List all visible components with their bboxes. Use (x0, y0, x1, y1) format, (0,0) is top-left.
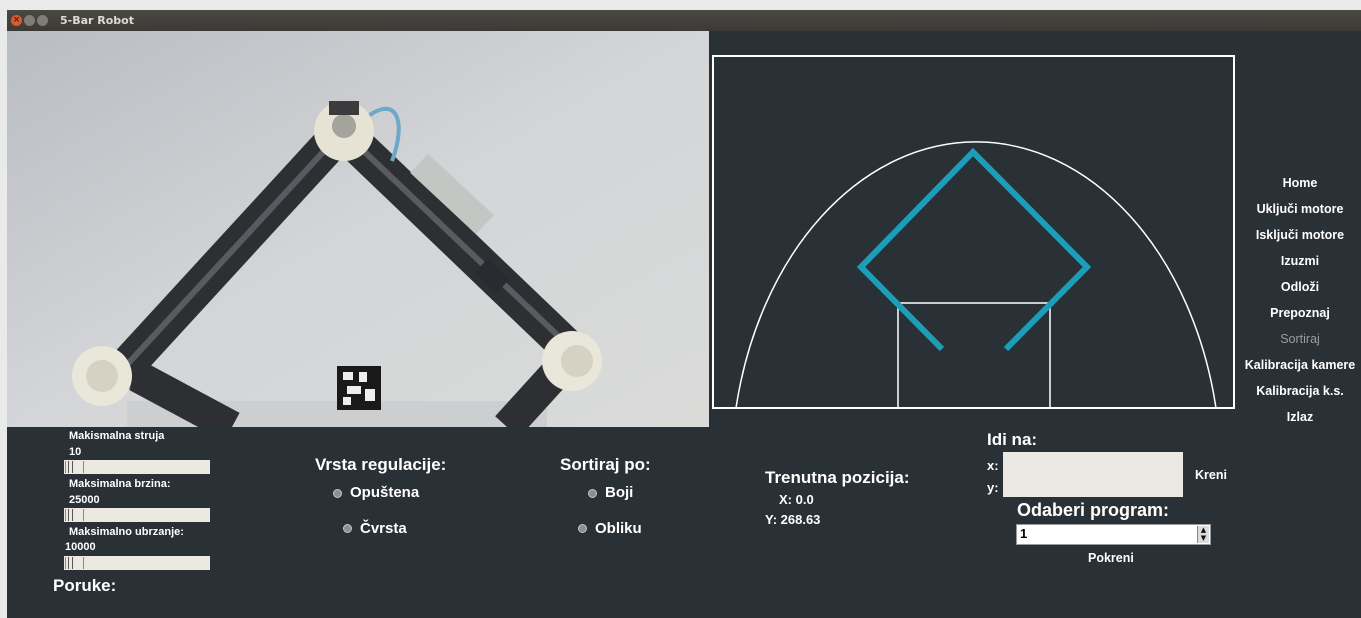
menu-motors-off[interactable]: Isključi motore (1239, 222, 1361, 248)
menu-sort[interactable]: Sortiraj (1239, 326, 1361, 352)
program-title: Odaberi program: (1017, 500, 1170, 520)
menu-camera-calibration[interactable]: Kalibracija kamere (1239, 352, 1361, 378)
slider-tick (68, 461, 69, 473)
max-current-value: 10 (69, 446, 82, 458)
reach-arc (735, 141, 1217, 409)
max-accel-label: Maksimalno ubrzanje: (69, 526, 184, 538)
spin-up-icon[interactable]: ▲ (1198, 526, 1209, 534)
max-current-label: Makismalna struja (69, 430, 165, 442)
max-speed-slider[interactable] (64, 508, 210, 522)
max-speed-value: 25000 (69, 494, 100, 506)
position-y: Y: 268.63 (765, 512, 821, 527)
slider-tick (72, 509, 73, 521)
menu-home[interactable]: Home (1239, 170, 1361, 196)
base-zone (897, 302, 1051, 408)
window-title: 5-Bar Robot (60, 14, 134, 27)
menu-place[interactable]: Odloži (1239, 274, 1361, 300)
max-accel-value: 10000 (65, 541, 96, 553)
sort-color-label[interactable]: Boji (605, 484, 633, 501)
radio-shape[interactable] (578, 524, 587, 533)
workspace-frame (712, 55, 1235, 409)
regulation-title: Vrsta regulacije: (315, 455, 447, 474)
menu-recognize[interactable]: Prepoznaj (1239, 300, 1361, 326)
maximize-button[interactable] (37, 15, 48, 26)
close-icon: × (12, 15, 21, 25)
close-button[interactable]: × (11, 15, 22, 26)
goto-xy-input[interactable] (1003, 452, 1183, 497)
regulation-loose-label[interactable]: Opuštena (350, 484, 419, 501)
run-program-button[interactable]: Pokreni (1088, 551, 1134, 565)
sort-title: Sortiraj po: (560, 455, 651, 474)
slider-tick (68, 557, 69, 569)
spin-down-icon[interactable]: ▼ (1198, 534, 1209, 542)
position-x: X: 0.0 (779, 492, 814, 507)
camera-image (7, 31, 709, 427)
slider-tick (68, 509, 69, 521)
spin-arrows[interactable]: ▲ ▼ (1197, 526, 1209, 543)
aruco-marker (337, 366, 381, 410)
max-accel-slider[interactable] (64, 556, 210, 570)
radio-color[interactable] (588, 489, 597, 498)
menu-coordinate-calibration[interactable]: Kalibracija k.s. (1239, 378, 1361, 404)
side-menu: Home Uključi motore Isključi motore Izuz… (1239, 170, 1361, 430)
goto-title: Idi na: (987, 430, 1038, 449)
max-current-slider[interactable] (64, 460, 210, 474)
menu-exit[interactable]: Izlaz (1239, 404, 1361, 430)
slider-tick (72, 557, 73, 569)
position-title: Trenutna pozicija: (765, 468, 910, 487)
menu-motors-on[interactable]: Uključi motore (1239, 196, 1361, 222)
radio-stiff[interactable] (343, 524, 352, 533)
goto-y-label: y: (987, 480, 999, 495)
menu-pick[interactable]: Izuzmi (1239, 248, 1361, 274)
radio-loose[interactable] (333, 489, 342, 498)
minimize-button[interactable] (24, 15, 35, 26)
program-spinbox[interactable]: 1 ▲ ▼ (1016, 524, 1211, 545)
regulation-stiff-label[interactable]: Čvrsta (360, 520, 407, 537)
program-value[interactable]: 1 (1020, 526, 1027, 541)
messages-label: Poruke: (53, 576, 117, 595)
goto-button[interactable]: Kreni (1195, 468, 1227, 482)
app-window: × 5-Bar Robot Home Uključi motore Isklju… (7, 10, 1361, 618)
goto-x-label: x: (987, 458, 999, 473)
camera-view (7, 31, 709, 427)
workspace-plot (709, 31, 1239, 427)
robot-arm (856, 147, 1092, 352)
sort-shape-label[interactable]: Obliku (595, 520, 642, 537)
title-bar: × 5-Bar Robot (7, 10, 1361, 31)
slider-tick (72, 461, 73, 473)
max-speed-label: Maksimalna brzina: (69, 478, 171, 490)
